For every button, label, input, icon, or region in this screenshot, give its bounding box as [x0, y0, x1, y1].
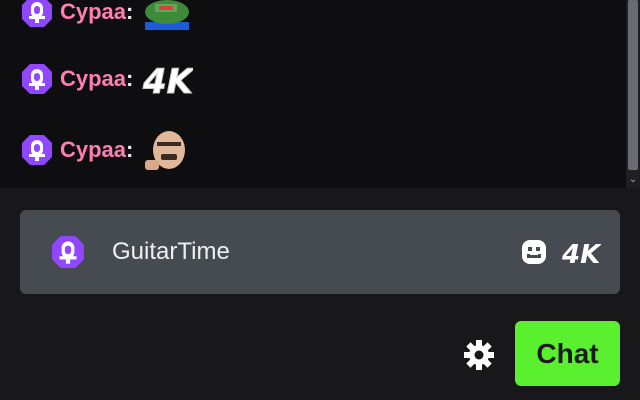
gear-icon[interactable] — [460, 336, 498, 374]
chat-input-text[interactable]: GuitarTime — [112, 238, 514, 266]
scrollbar-thumb[interactable] — [628, 0, 638, 170]
chat-message-list[interactable]: Cypaa : Cypaa : 4K Cypaa : ⌄ — [0, 0, 640, 188]
chat-scrollbar[interactable]: ⌄ — [626, 0, 640, 188]
prime-badge-icon[interactable] — [20, 62, 54, 96]
svg-text:4K: 4K — [142, 62, 193, 99]
message-separator: : — [126, 66, 134, 91]
message-separator: : — [126, 0, 134, 24]
4k-emote-icon[interactable]: 4K — [554, 232, 608, 272]
username[interactable]: Cypaa — [60, 137, 126, 163]
prime-badge-icon[interactable] — [20, 0, 54, 29]
face-emote-icon[interactable] — [141, 130, 193, 170]
smiley-icon[interactable] — [514, 232, 554, 272]
chat-send-button[interactable]: Chat — [515, 321, 620, 386]
chat-message: Cypaa : — [20, 130, 193, 170]
chat-input[interactable]: GuitarTime 4K — [20, 210, 620, 294]
prime-badge-icon[interactable] — [20, 133, 54, 167]
message-separator: : — [126, 137, 134, 162]
frog-emote-icon[interactable] — [141, 0, 193, 32]
username[interactable]: Cypaa — [60, 66, 126, 92]
svg-text:4K: 4K — [561, 240, 601, 267]
4k-emote-icon[interactable]: 4K — [141, 59, 194, 100]
chat-message: Cypaa : — [20, 0, 193, 32]
username[interactable]: Cypaa — [60, 0, 126, 25]
chat-panel: Cypaa : Cypaa : 4K Cypaa : ⌄ GuitarTime … — [0, 0, 640, 400]
chat-message: Cypaa : 4K — [20, 59, 193, 99]
scroll-down-arrow-icon[interactable]: ⌄ — [628, 174, 638, 186]
prime-badge-icon — [48, 232, 88, 272]
